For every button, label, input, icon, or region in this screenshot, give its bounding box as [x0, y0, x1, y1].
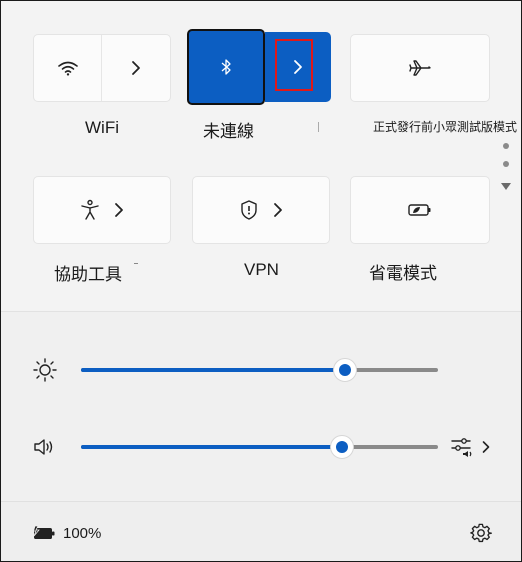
wifi-expand-button[interactable] [102, 35, 170, 101]
battery-status[interactable]: 100% [31, 522, 101, 544]
bluetooth-expand-button[interactable] [265, 32, 331, 102]
audio-mixer-icon [451, 438, 472, 457]
volume-slider-thumb[interactable] [329, 435, 354, 459]
speaker-icon [34, 439, 53, 455]
brightness-slider-fill [81, 368, 346, 372]
shield-icon [241, 200, 257, 220]
page-dot [503, 143, 509, 149]
battery-percentage: 100% [63, 524, 102, 542]
brightness-slider-thumb[interactable] [333, 358, 358, 382]
battery-saver-tile[interactable] [350, 176, 490, 244]
airplane-mode-tile[interactable] [350, 34, 490, 102]
wifi-icon [57, 61, 78, 76]
bluetooth-label: 未連線 [203, 122, 254, 141]
gear-icon[interactable] [470, 522, 492, 544]
chevron-right-icon [115, 203, 123, 217]
chevron-right-icon [132, 61, 140, 75]
chevron-right-icon [294, 60, 302, 74]
bluetooth-icon [221, 59, 231, 75]
brightness-icon [33, 358, 57, 382]
bluetooth-toggle-button[interactable] [187, 29, 265, 105]
page-indicator[interactable] [499, 141, 513, 196]
label-tick [134, 263, 138, 264]
separator-tick [318, 122, 319, 132]
audio-output-button[interactable] [450, 434, 496, 460]
volume-slider[interactable] [81, 445, 438, 449]
chevron-right-icon [274, 203, 282, 217]
accessibility-icon [81, 199, 99, 220]
battery-charging-icon [32, 525, 55, 539]
brightness-slider[interactable] [81, 368, 438, 372]
accessibility-tile[interactable] [33, 176, 171, 244]
wifi-label: WiFi [85, 118, 119, 137]
quick-settings-panel: WiFi 未連線 正式發行前小眾測試版模式 協助工具 VPN 省電模式 100% [0, 0, 522, 562]
battery-saver-icon [408, 204, 431, 216]
quick-actions-area: WiFi 未連線 正式發行前小眾測試版模式 協助工具 VPN 省電模式 [1, 1, 521, 311]
wifi-toggle-button[interactable] [34, 35, 101, 101]
chevron-right-icon [482, 441, 490, 453]
vpn-label: VPN [244, 260, 279, 279]
battery-saver-label: 省電模式 [369, 264, 437, 283]
wifi-tile [33, 34, 171, 102]
accessibility-label: 協助工具 [54, 265, 122, 284]
vpn-tile[interactable] [192, 176, 330, 244]
page-dot [503, 161, 509, 167]
airplane-label: 正式發行前小眾測試版模式 [373, 120, 518, 134]
airplane-icon [409, 60, 431, 76]
sliders-area [1, 311, 521, 502]
chevron-down-icon [501, 183, 511, 190]
status-footer: 100% [1, 501, 521, 561]
volume-slider-fill [81, 445, 342, 449]
